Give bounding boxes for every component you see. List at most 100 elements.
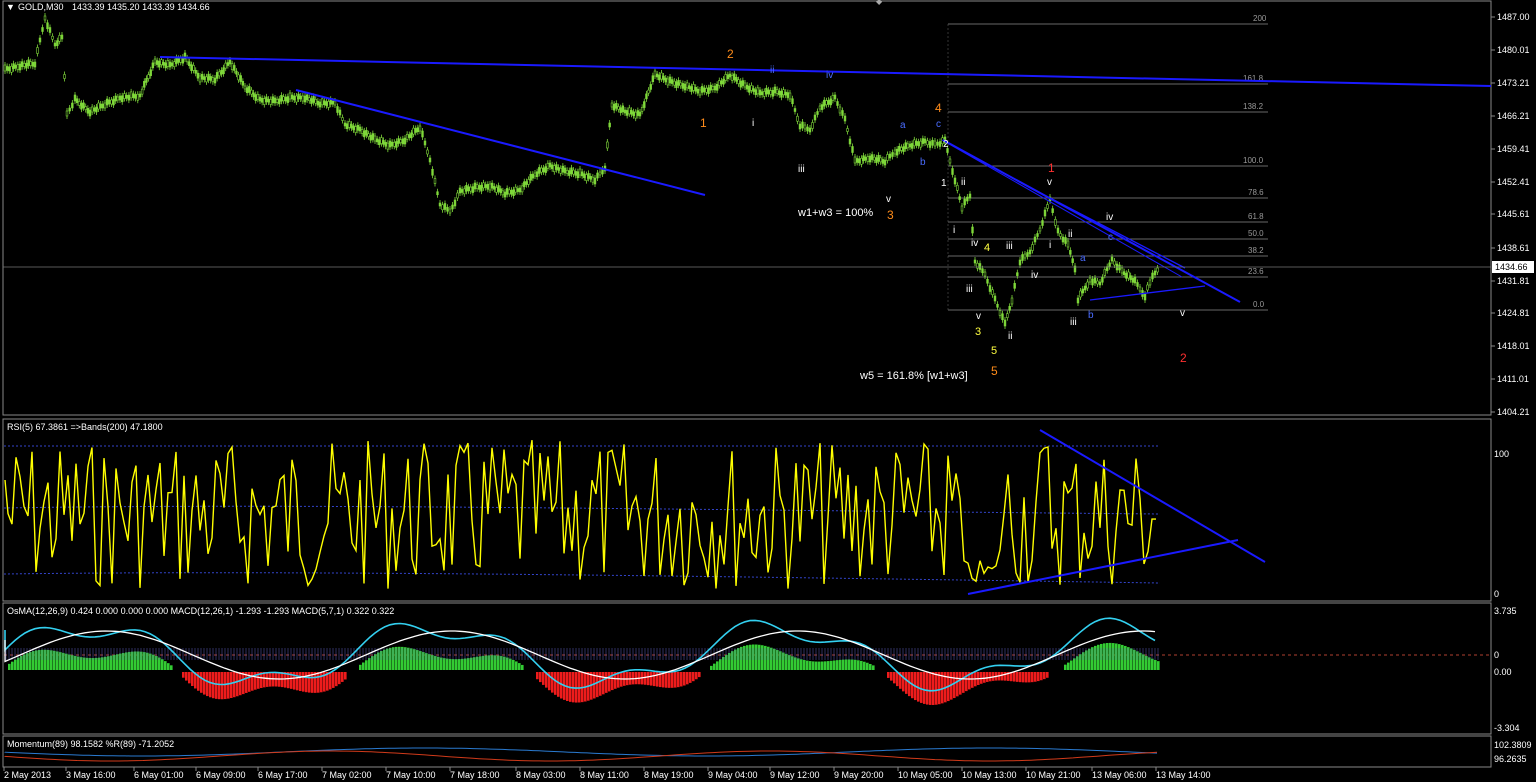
osma-bar <box>425 653 428 670</box>
osma-bar <box>230 672 233 699</box>
candle-body <box>1103 269 1107 276</box>
candle-body <box>895 148 899 156</box>
candle-body <box>436 191 439 196</box>
osma-bar <box>920 672 923 703</box>
osma-axis-min: -3.304 <box>1494 723 1520 733</box>
osma-bar <box>53 650 56 670</box>
candle-body <box>986 278 989 284</box>
candle-body <box>384 141 387 147</box>
osma-bar <box>41 649 44 670</box>
osma-bar <box>755 644 758 670</box>
candle-body <box>393 141 396 147</box>
candle-body <box>123 93 126 99</box>
osma-bar <box>62 652 65 670</box>
candle-body <box>1021 254 1024 261</box>
osma-bar <box>116 654 119 670</box>
candle-body <box>938 141 942 147</box>
candle-body <box>1008 306 1011 311</box>
candle-body <box>520 185 524 193</box>
candle-body <box>585 174 588 181</box>
candle-body <box>125 95 128 99</box>
osma-bar <box>242 672 245 695</box>
candle-body <box>254 94 257 101</box>
osma-bar <box>251 672 254 691</box>
candle-body <box>705 87 708 93</box>
candle-body <box>831 95 835 101</box>
candle-body <box>1079 290 1082 298</box>
candle-body <box>836 101 839 106</box>
candle-body <box>628 107 631 115</box>
candle-body <box>48 27 52 33</box>
osma-bar <box>455 659 458 670</box>
candle-body <box>293 95 296 101</box>
candle-body <box>681 83 685 89</box>
candle-body <box>621 105 625 113</box>
osma-bar <box>983 672 986 683</box>
candle-body <box>503 191 507 198</box>
osma-bar <box>161 659 164 670</box>
osma-bar <box>452 659 455 670</box>
candle-body <box>1093 277 1097 284</box>
candle-body <box>668 76 672 84</box>
candle-body <box>860 157 863 165</box>
candle-body <box>388 140 392 148</box>
osma-bar <box>749 644 752 670</box>
candle-body <box>596 172 599 179</box>
osma-bar <box>410 648 413 670</box>
osma-axis-zero-b: 0.00 <box>1494 667 1512 677</box>
osma-bar <box>1070 660 1073 670</box>
candle-body <box>369 134 372 141</box>
candle-body <box>222 67 225 75</box>
osma-bar <box>158 657 161 670</box>
osma-bar <box>11 661 14 670</box>
candle-body <box>380 137 383 144</box>
candle-body <box>497 185 500 192</box>
candle-body <box>1143 293 1147 301</box>
candle-body <box>286 96 290 103</box>
candle-body <box>23 63 26 67</box>
time-tick-label: 7 May 02:00 <box>322 770 372 780</box>
fib-label: 78.6 <box>1248 188 1264 197</box>
candle-body <box>666 78 670 86</box>
candle-body <box>915 140 918 146</box>
candle-body <box>1133 276 1137 284</box>
momentum-indicator <box>4 747 1158 762</box>
candle-body <box>851 146 854 153</box>
osma-bar <box>935 672 938 705</box>
candle-body <box>649 84 652 90</box>
wave-label: b <box>1088 310 1094 321</box>
osma-bar <box>797 658 800 670</box>
osma-bar <box>77 656 80 670</box>
osma-bar <box>479 656 482 670</box>
osma-bar <box>731 651 734 670</box>
candle-body <box>981 268 984 274</box>
candle-body <box>956 185 959 191</box>
osma-bar <box>374 654 377 670</box>
candle-body <box>793 108 797 112</box>
osma-bar <box>902 672 905 692</box>
candle-body <box>475 184 479 190</box>
candle-body <box>46 22 49 30</box>
candle-body <box>194 69 197 74</box>
candle-body <box>397 138 400 144</box>
osma-bar <box>473 657 476 670</box>
candle-body <box>587 173 590 179</box>
candle-body <box>190 64 193 71</box>
candle-body <box>299 95 302 100</box>
candle-body <box>653 70 657 77</box>
candle-body <box>325 101 328 106</box>
candle-body <box>1086 281 1089 289</box>
trend-lines[interactable] <box>159 56 1492 303</box>
candle-body <box>460 189 464 193</box>
candle-body <box>1038 227 1042 232</box>
scroll-marker-icon[interactable]: ◆ <box>876 0 883 6</box>
chart-canvas[interactable]: ▼ GOLD,M30 1433.39 1435.20 1433.39 1434.… <box>0 0 1536 782</box>
candle-body <box>258 96 262 102</box>
candle-body <box>1046 204 1049 209</box>
osma-bar <box>710 665 713 670</box>
osma-bar <box>188 672 191 684</box>
candle-body <box>97 102 100 110</box>
candle-body <box>818 105 822 110</box>
osma-bar <box>1091 647 1094 670</box>
osma-bar <box>791 656 794 670</box>
